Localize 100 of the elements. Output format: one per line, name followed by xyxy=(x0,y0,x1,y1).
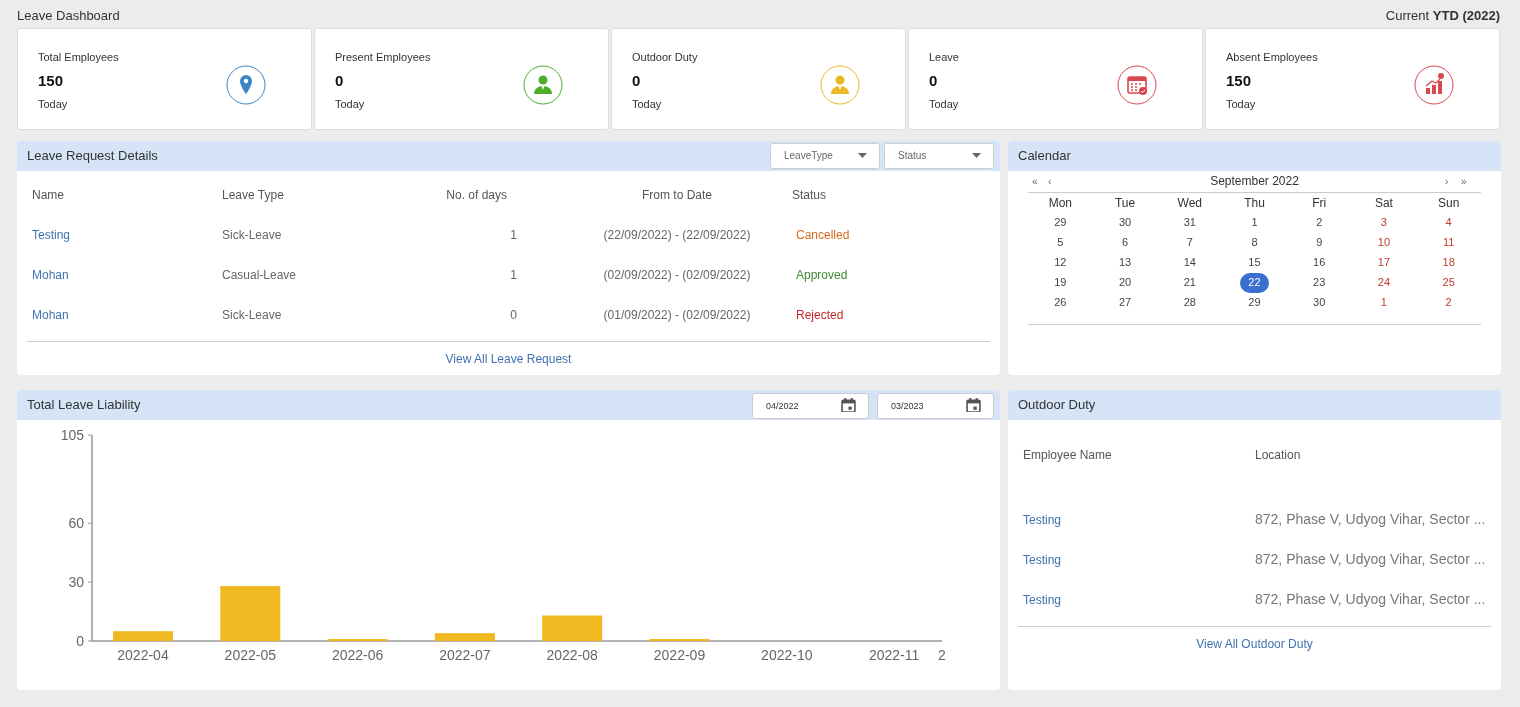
status-text: Rejected xyxy=(795,306,845,324)
employee-link[interactable]: Testing xyxy=(1023,510,1062,529)
axis-tick-label: 30 xyxy=(68,573,84,590)
calendar-day[interactable]: 28 xyxy=(1183,294,1196,311)
prev-year-button[interactable]: « xyxy=(1032,173,1048,189)
column-header: Employee Name xyxy=(1023,446,1112,464)
calendar-day[interactable]: 1 xyxy=(1380,294,1387,311)
employee-link[interactable]: Mohan xyxy=(32,265,69,284)
calendar-day[interactable]: 5 xyxy=(1057,234,1064,251)
calendar-day[interactable]: 31 xyxy=(1183,214,1196,231)
bar xyxy=(113,630,173,641)
calendar-day[interactable]: 19 xyxy=(1054,274,1067,291)
calendar-icon xyxy=(841,397,856,412)
calendar-icon xyxy=(966,397,981,412)
table-cell-text: 0 xyxy=(509,306,518,324)
calendar-day[interactable]: 10 xyxy=(1377,234,1391,251)
calendar-day[interactable]: 15 xyxy=(1248,254,1261,271)
stat-period: Today xyxy=(335,96,366,112)
table-cell-text: Casual-Leave xyxy=(222,266,298,284)
stat-period: Today xyxy=(632,96,663,112)
stat-period: Today xyxy=(929,96,959,112)
panel-title: Total Leave Liability xyxy=(27,395,141,414)
calendar-day[interactable]: 25 xyxy=(1442,274,1455,291)
calendar-day[interactable]: 7 xyxy=(1186,234,1193,251)
axis-tick-label: 2022-05 xyxy=(224,646,276,663)
next-year-button[interactable]: » xyxy=(1461,173,1477,189)
table-cell-text: 1 xyxy=(509,266,518,284)
calendar-day[interactable]: 2 xyxy=(1445,294,1452,311)
calendar-day[interactable]: 9 xyxy=(1316,234,1323,251)
stat-label: Leave xyxy=(929,49,959,65)
weekday-label: Mon xyxy=(1048,194,1072,212)
table-cell-text: Sick-Leave xyxy=(222,306,283,324)
calendar-day[interactable]: 16 xyxy=(1313,254,1326,271)
stat-label: Absent Employees xyxy=(1226,49,1318,65)
caret-icon xyxy=(858,153,867,158)
filter-dropdown[interactable]: Status xyxy=(884,142,994,169)
axis-tick-label: 60 xyxy=(68,514,84,531)
weekday-label: Fri xyxy=(1312,194,1327,212)
calendar-day[interactable]: 23 xyxy=(1313,274,1326,291)
calendar-day[interactable]: 29 xyxy=(1248,294,1261,311)
caret-icon xyxy=(972,153,981,158)
stat-value: 0 xyxy=(632,71,642,91)
calendar-day[interactable]: 30 xyxy=(1313,294,1326,311)
stat-period: Today xyxy=(1226,96,1257,112)
employee-link[interactable]: Mohan xyxy=(32,305,69,324)
panel-title: Calendar xyxy=(1018,146,1071,165)
calendar-day[interactable]: 12 xyxy=(1054,254,1067,271)
calendar-day[interactable]: 1 xyxy=(1251,214,1258,231)
filter-dropdown[interactable]: LeaveType xyxy=(770,142,880,169)
view-all-link[interactable]: View All Outdoor Duty xyxy=(1196,636,1313,651)
prev-month-button[interactable]: ‹ xyxy=(1048,173,1064,189)
stat-value: 150 xyxy=(1226,71,1253,91)
bar xyxy=(220,585,281,641)
column-header: No. of days xyxy=(445,186,508,204)
column-header: Name xyxy=(32,186,65,204)
calendar-day[interactable]: 29 xyxy=(1054,214,1067,231)
calendar-day[interactable]: 21 xyxy=(1183,274,1196,291)
date-field[interactable]: 04/2022 xyxy=(752,392,869,419)
month-title: September 2022 xyxy=(1209,173,1300,190)
view-all-link[interactable]: View All Leave Request xyxy=(445,351,572,366)
calendar-day[interactable]: 13 xyxy=(1118,254,1132,271)
weekday-label: Wed xyxy=(1177,194,1202,212)
calendar-day[interactable]: 8 xyxy=(1251,234,1258,251)
calendar-day[interactable]: 3 xyxy=(1380,214,1387,231)
panel-title: Leave Request Details xyxy=(27,146,158,165)
employee-link[interactable]: Testing xyxy=(1023,590,1062,609)
calendar-day[interactable]: 24 xyxy=(1377,274,1391,291)
status-text: Cancelled xyxy=(795,226,851,244)
calendar-day[interactable]: 17 xyxy=(1377,254,1391,271)
calendar-day[interactable]: 18 xyxy=(1442,254,1455,271)
calendar-day[interactable]: 2 xyxy=(1316,214,1323,231)
table-cell-text: (02/09/2022) - (02/09/2022) xyxy=(602,266,752,284)
date-field[interactable]: 03/2023 xyxy=(877,392,994,419)
stat-label: Total Employees xyxy=(38,49,119,65)
stat-value: 0 xyxy=(335,71,345,91)
stat-value: 0 xyxy=(929,71,939,91)
axis-tick-label: 2022-10 xyxy=(761,646,813,663)
next-month-button[interactable]: › xyxy=(1445,173,1461,189)
column-header: Leave Type xyxy=(222,186,285,204)
calendar-day[interactable]: 6 xyxy=(1122,234,1129,251)
stat-period: Today xyxy=(38,96,69,112)
calendar-day[interactable]: 4 xyxy=(1445,214,1452,231)
column-header: Status xyxy=(792,186,828,204)
stat-value: 150 xyxy=(38,71,65,91)
calendar-day[interactable]: 20 xyxy=(1118,274,1132,291)
calendar-day[interactable]: 14 xyxy=(1183,254,1196,271)
bar xyxy=(327,638,388,641)
calendar-day[interactable]: 27 xyxy=(1118,294,1132,311)
employee-link[interactable]: Testing xyxy=(1023,550,1062,569)
location-text: 872, Phase V, Udyog Vihar, Sector ... xyxy=(1255,590,1486,609)
employee-link[interactable]: Testing xyxy=(32,225,71,244)
bar xyxy=(649,638,710,641)
bar xyxy=(434,632,495,641)
calendar-day[interactable]: 11 xyxy=(1442,234,1455,251)
calendar-day[interactable]: 22 xyxy=(1240,272,1269,293)
weekday-label: Tue xyxy=(1114,194,1136,212)
axis-tick-label: 105 xyxy=(60,426,84,443)
calendar-day[interactable]: 30 xyxy=(1118,214,1132,231)
table-cell-text: Sick-Leave xyxy=(222,226,283,244)
calendar-day[interactable]: 26 xyxy=(1054,294,1067,311)
